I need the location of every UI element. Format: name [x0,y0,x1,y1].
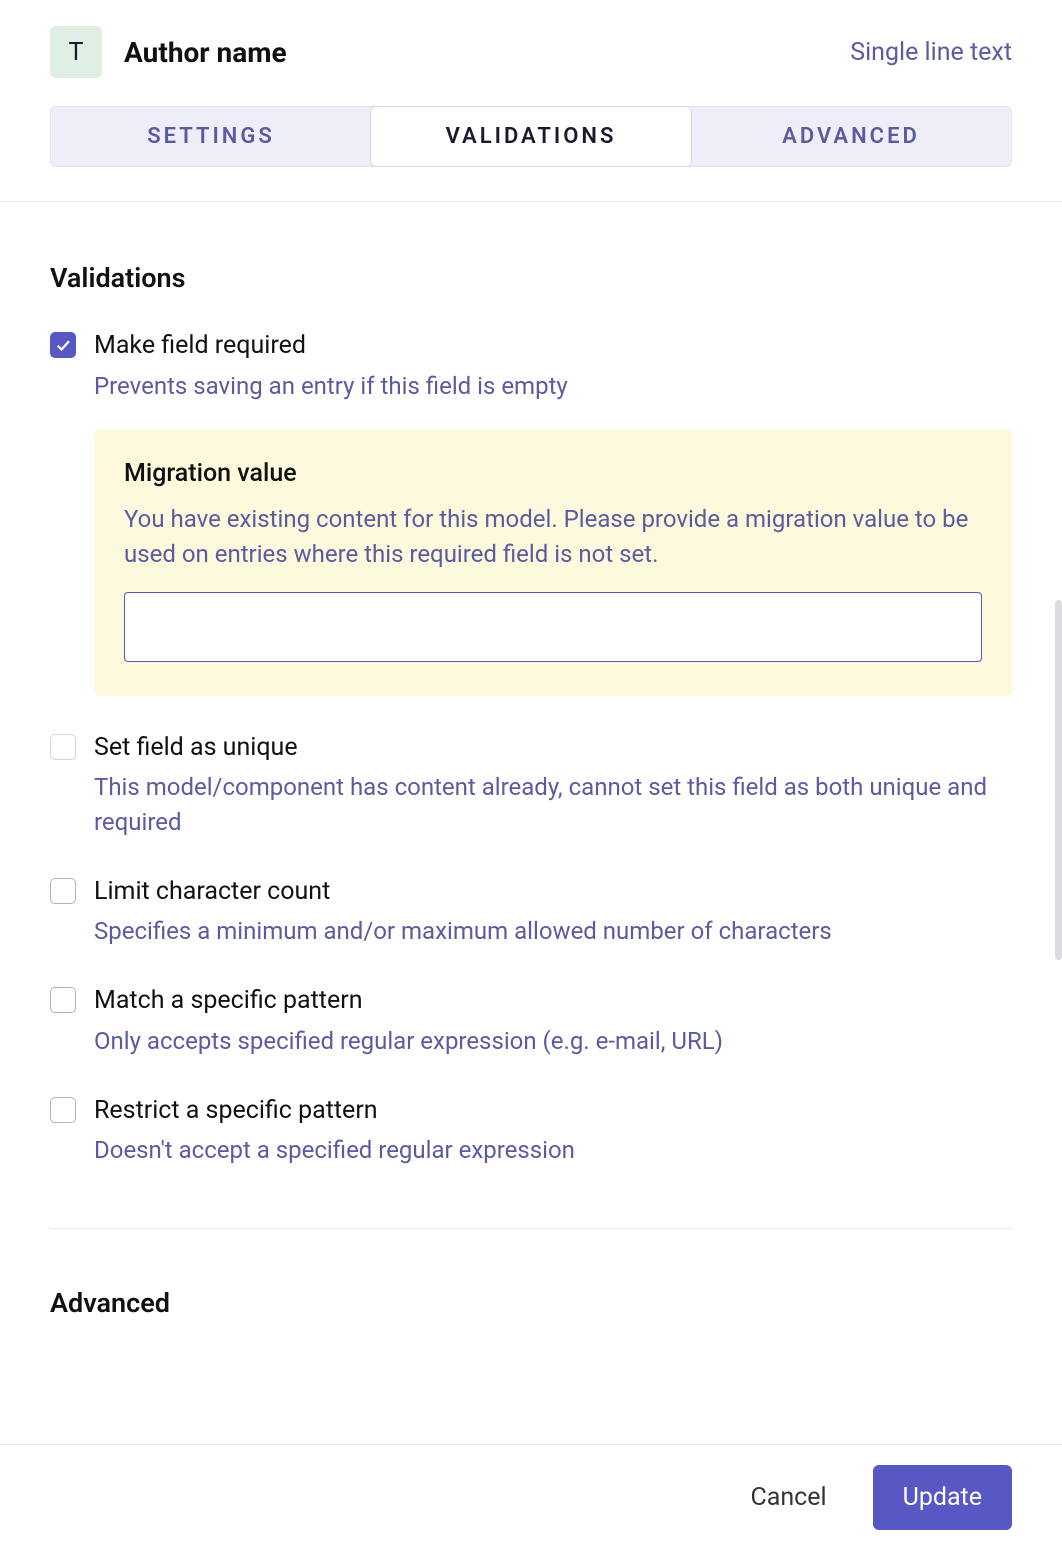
check-icon [54,336,72,354]
validation-match-body: Match a specific pattern Only accepts sp… [94,985,1012,1058]
validation-restrict-body: Restrict a specific pattern Doesn't acce… [94,1095,1012,1168]
migration-title: Migration value [124,459,982,488]
validation-match: Match a specific pattern Only accepts sp… [50,985,1012,1058]
validation-match-label: Match a specific pattern [94,985,1012,1018]
checkbox-required[interactable] [50,332,76,358]
validation-restrict: Restrict a specific pattern Doesn't acce… [50,1095,1012,1168]
section-divider [50,1228,1012,1229]
validation-restrict-desc: Doesn't accept a specified regular expre… [94,1133,1012,1168]
checkbox-unique [50,734,76,760]
validation-limit: Limit character count Specifies a minimu… [50,876,1012,949]
field-type-icon: T [50,26,102,78]
header-left: T Author name [50,26,287,78]
validation-required-desc: Prevents saving an entry if this field i… [94,369,1012,404]
tab-advanced[interactable]: Advanced [691,107,1011,166]
checkbox-match[interactable] [50,987,76,1013]
validation-required-body: Make field required Prevents saving an e… [94,330,1012,696]
validation-unique-label: Set field as unique [94,732,1012,765]
validation-limit-body: Limit character count Specifies a minimu… [94,876,1012,949]
content: Validations Make field required Prevents… [0,262,1062,1319]
validation-required: Make field required Prevents saving an e… [50,330,1012,696]
validations-title: Validations [50,262,1012,294]
checkbox-restrict[interactable] [50,1097,76,1123]
validation-limit-label: Limit character count [94,876,1012,909]
tab-validations[interactable]: Validations [370,106,692,167]
header-divider [0,201,1062,202]
validation-unique-desc: This model/component has content already… [94,770,1012,840]
field-type-label: Single line text [850,38,1012,67]
cancel-button[interactable]: Cancel [751,1483,827,1512]
advanced-title: Advanced [50,1287,1012,1319]
migration-box: Migration value You have existing conten… [94,429,1012,696]
scrollbar-thumb[interactable] [1055,600,1062,960]
field-type-letter: T [69,38,84,67]
migration-desc: You have existing content for this model… [124,502,982,572]
migration-input[interactable] [124,592,982,662]
update-button[interactable]: Update [873,1465,1012,1530]
validation-required-label: Make field required [94,330,1012,363]
validation-match-desc: Only accepts specified regular expressio… [94,1024,1012,1059]
field-name: Author name [124,36,287,69]
tab-settings[interactable]: Settings [51,107,371,166]
checkbox-limit[interactable] [50,878,76,904]
validation-unique: Set field as unique This model/component… [50,732,1012,840]
header: T Author name Single line text [0,0,1062,78]
validation-unique-body: Set field as unique This model/component… [94,732,1012,840]
footer: Cancel Update [0,1444,1062,1550]
validation-restrict-label: Restrict a specific pattern [94,1095,1012,1128]
tabs: Settings Validations Advanced [50,106,1012,167]
validation-limit-desc: Specifies a minimum and/or maximum allow… [94,914,1012,949]
